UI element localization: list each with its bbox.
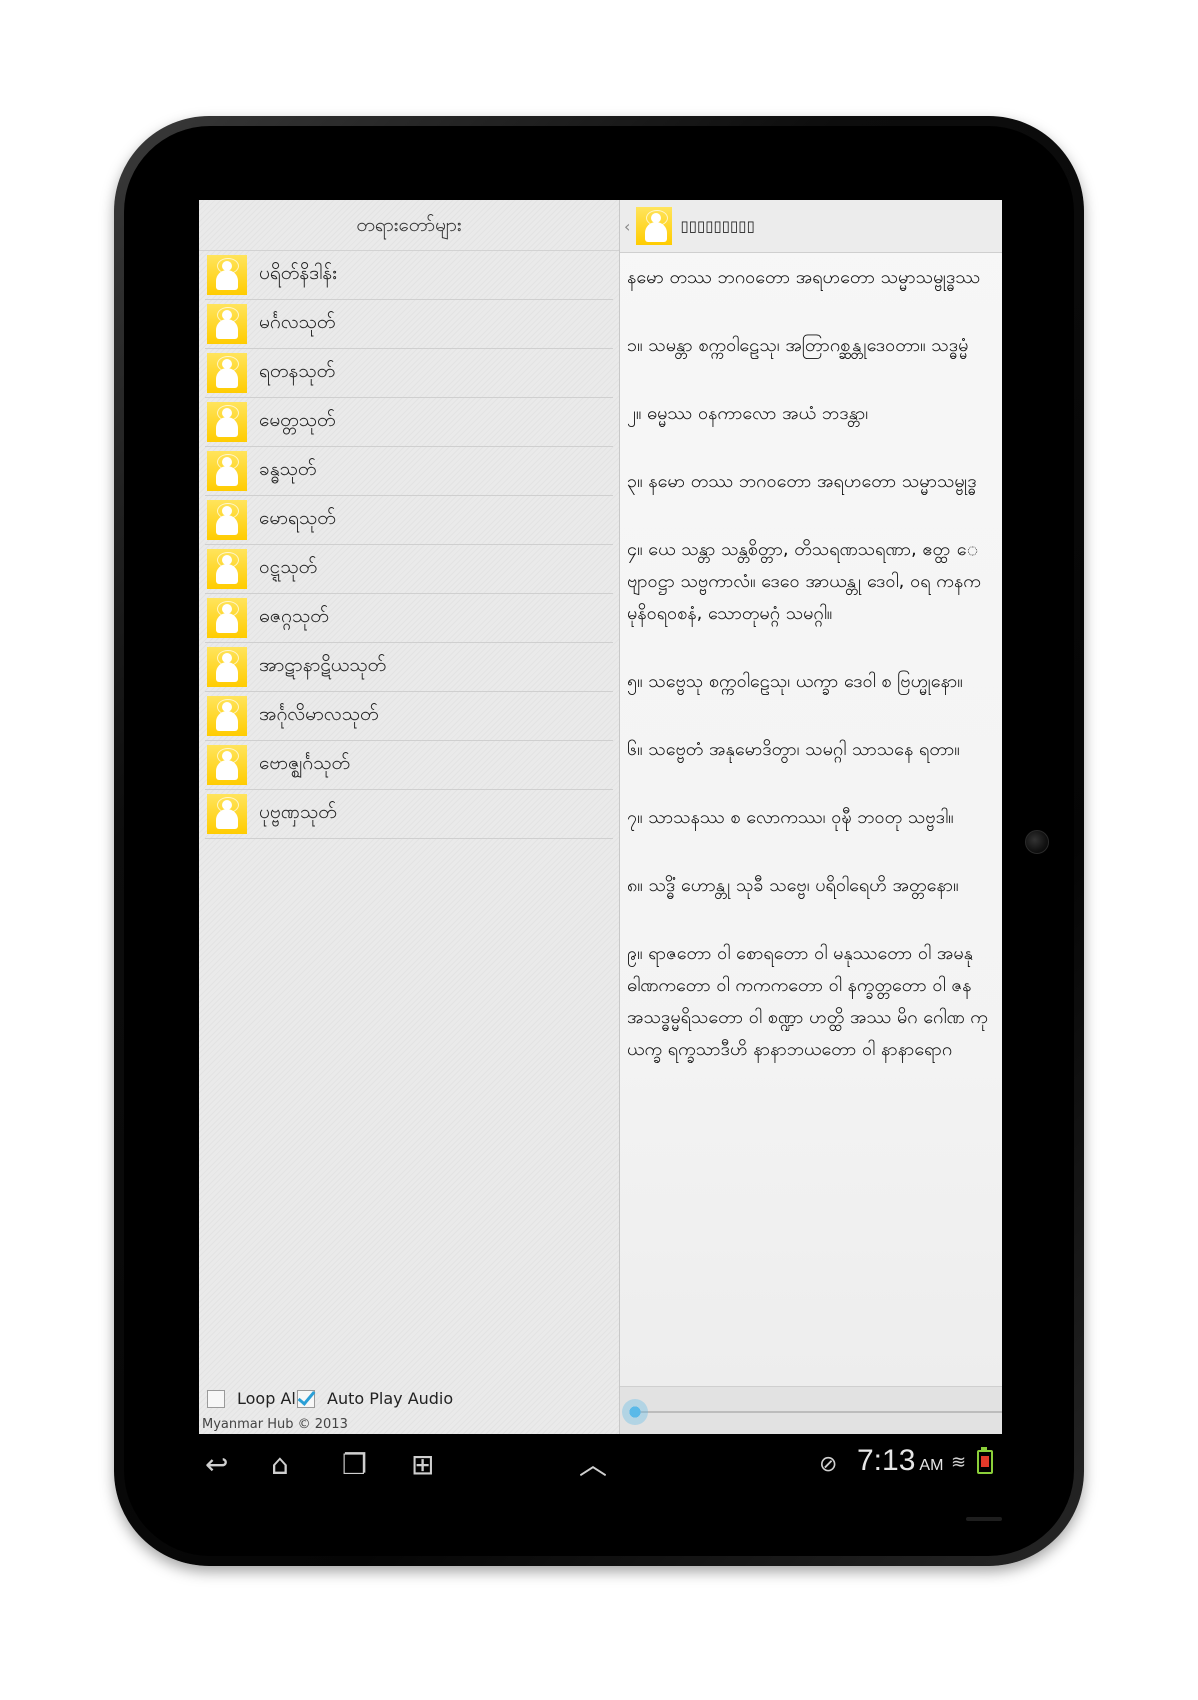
auto-play-checkbox[interactable]	[297, 1389, 315, 1408]
clock-time: 7:13	[857, 1444, 916, 1477]
sutta-text: နမော တဿ ဘဂဝတော အရဟတော သမ္မာသမ္ဗုဒ္ဓဿ၁။ သ…	[627, 252, 1002, 1402]
clock-ampm: AM	[919, 1457, 944, 1474]
sutta-line: ၆။ သဗ္ဗေတံ အနုမောဒိတွာ၊ သမဂ္ဂါ သာသနေ ရတာ…	[627, 739, 960, 760]
list-item-label: မင်္ဂလသုတ်	[259, 311, 336, 333]
monk-icon	[207, 451, 247, 491]
list-item[interactable]: မင်္ဂလသုတ်	[205, 300, 613, 349]
seekbar-thumb[interactable]	[622, 1399, 648, 1425]
wifi-icon: ≋	[951, 1452, 967, 1473]
list-item-label: ရတနသုတ်	[259, 360, 336, 382]
sutta-line: ၂။ ဓမ္မဿ ဝနကာလော အယံ ဘဒန္တာ၊	[627, 403, 869, 424]
system-nav-bar: ↩ ⌂ ❐ ⊞ ︿ ⊘ 7:13 AM ≋	[199, 1434, 1002, 1496]
list-item-label: မောရသုတ်	[259, 507, 336, 529]
monk-icon	[207, 696, 247, 736]
audio-seekbar[interactable]	[634, 1411, 1002, 1413]
list-item-label: ပုဗ္ဗဏှသုတ်	[259, 801, 337, 823]
notification-blocked-icon: ⊘	[819, 1452, 838, 1477]
back-chevron-icon[interactable]: ‹	[624, 217, 630, 236]
monk-icon	[207, 500, 247, 540]
sutta-line: အသဒ္ဓမ္မရိသတော ဝါ စဏ္ဍာ ဟတ္ထိ အဿ မိဂ ဂေါ…	[627, 1007, 988, 1028]
loop-all-checkbox[interactable]	[207, 1389, 225, 1408]
sutta-paragraph: ၅။ သဗ္ဗေသု စက္ကဝါဠေသု၊ ယက္ခာ ဒေဝါ စ ဗြဟ္…	[627, 666, 1002, 698]
monk-icon	[207, 598, 247, 638]
sutta-line: ဓါဏကတော ဝါ ကကကတော ဝါ နက္ခတ္တတော ဝါ ဇန	[627, 975, 972, 996]
list-item[interactable]: ဝဋ္ဋသုတ်	[205, 545, 613, 594]
sutta-paragraph: ၇။ သာသနဿ စ လောကဿ၊ ဝုဍ္ဎီ ဘဝတု သဗ္ဗဒါ။	[627, 802, 1002, 834]
sutta-line: ၅။ သဗ္ဗေသု စက္ကဝါဠေသု၊ ယက္ခာ ဒေဝါ စ ဗြဟ္…	[627, 671, 963, 692]
sutta-line: ၉။ ရာဇတော ဝါ စောရတော ဝါ မနုဿတော ဝါ အမနု	[627, 943, 973, 964]
list-item-label: ဝဋ္ဋသုတ်	[259, 556, 318, 578]
list-item[interactable]: အင်္ဂုလိမာလသုတ်	[205, 692, 613, 741]
list-item-label: အင်္ဂုလိမာလသုတ်	[259, 703, 379, 725]
sutta-paragraph: ၁။ သမန္တာ စက္ကဝါဠေသု၊ အတြာဂစ္ဆန္တုဒေဝတာ။…	[627, 330, 1002, 362]
monk-icon	[207, 745, 247, 785]
list-item[interactable]: ပရိတ်နိဒါန်း	[205, 251, 613, 300]
list-footer: Loop All Auto Play Audio Myanmar Hub © 2…	[199, 1375, 619, 1434]
list-item-label: ခန္ဓသုတ်	[259, 458, 317, 480]
list-item[interactable]: မေတ္တသုတ်	[205, 398, 613, 447]
sutta-paragraph: ၈။ သဒ္ဓိံ ဟောန္တု သုခီ သဗ္ဗေ၊ ပရိဝါရေဟိ …	[627, 870, 1002, 902]
sutta-list: ပရိတ်နိဒါန်းမင်္ဂလသုတ်ရတနသုတ်မေတ္တသုတ်ခန…	[205, 251, 613, 839]
audio-player	[620, 1386, 1002, 1434]
list-item[interactable]: ခန္ဓသုတ်	[205, 447, 613, 496]
monk-icon	[207, 402, 247, 442]
sutta-line: မုနိဝရဝစနံ, သောတုမဂ္ဂံ သမဂ္ဂါ။	[627, 603, 833, 624]
sutta-paragraph: ၃။ နမော တဿ ဘဂဝတော အရဟတော သမ္မာသမ္ဗုဒ္ဓ	[627, 466, 1002, 498]
sutta-line: ၁။ သမန္တာ စက္ကဝါဠေသု၊ အတြာဂစ္ဆန္တုဒေဝတာ။…	[627, 335, 969, 356]
loop-all-label: Loop All	[237, 1389, 301, 1408]
monk-icon	[636, 207, 673, 245]
monk-icon	[207, 255, 247, 295]
sutta-line: ဗျာဝဋ္ဌာ သဗ္ဗကာလံ။ ဒေဝေ အာယန္တု ဒေဝါ, ဝရ…	[627, 571, 981, 592]
chevron-up-icon[interactable]: ︿	[579, 1450, 607, 1480]
sutta-list-panel: တရားတော်များ ပရိတ်နိဒါန်းမင်္ဂလသုတ်ရတနသု…	[199, 200, 620, 1434]
reader-title: ▯▯▯▯▯▯▯▯▯	[680, 217, 755, 235]
sutta-line: နမော တဿ ဘဂဝတော အရဟတော သမ္မာသမ္ဗုဒ္ဓဿ	[627, 267, 981, 288]
home-icon[interactable]: ⌂	[271, 1450, 289, 1480]
sutta-line: ၃။ နမော တဿ ဘဂဝတော အရဟတော သမ္မာသမ္ဗုဒ္ဓ	[627, 471, 977, 492]
monk-icon	[207, 549, 247, 589]
tablet-screen: တရားတော်များ ပရိတ်နိဒါန်းမင်္ဂလသုတ်ရတနသု…	[199, 200, 1002, 1434]
recent-apps-icon[interactable]: ❐	[342, 1450, 367, 1480]
speaker-grille	[966, 1517, 1002, 1521]
sutta-paragraph: ၉။ ရာဇတော ဝါ စောရတော ဝါ မနုဿတော ဝါ အမနုဓ…	[627, 938, 1002, 1066]
monk-icon	[207, 304, 247, 344]
reader-panel: ‹ ▯▯▯▯▯▯▯▯▯ နမော တဿ ဘဂဝတော အရဟတော သမ္မာသ…	[620, 200, 1002, 1434]
list-item-label: ပရိတ်နိဒါန်း	[259, 262, 337, 284]
monk-icon	[207, 647, 247, 687]
status-clock: 7:13 AM	[857, 1444, 943, 1478]
monk-icon	[207, 794, 247, 834]
copyright-text: Myanmar Hub © 2013	[202, 1417, 348, 1432]
sutta-paragraph: နမော တဿ ဘဂဝတော အရဟတော သမ္မာသမ္ဗုဒ္ဓဿ	[627, 262, 1002, 294]
list-item[interactable]: ဓဇဂ္ဂသုတ်	[205, 594, 613, 643]
sutta-line: ယက္ခ ရက္ခသာဒီဟိ နာနာဘယတော ဝါ နာနာရောဂ	[627, 1039, 953, 1060]
list-item-label: ဗောဇ္ဈင်္ဂသုတ်	[259, 752, 351, 774]
front-camera-icon	[1025, 830, 1049, 854]
sutta-line: ၄။ ယေ သန္တာ သန္တစိတ္တာ, တိသရဏသရဏာ, ဧတ္ထ …	[627, 539, 979, 560]
list-item-label: အာဋာနာဋိယသုတ်	[259, 654, 387, 676]
list-item-label: မေတ္တသုတ်	[259, 409, 336, 431]
list-item[interactable]: အာဋာနာဋိယသုတ်	[205, 643, 613, 692]
monk-icon	[207, 353, 247, 393]
sutta-paragraph: ၆။ သဗ္ဗေတံ အနုမောဒိတွာ၊ သမဂ္ဂါ သာသနေ ရတာ…	[627, 734, 1002, 766]
list-item[interactable]: မောရသုတ်	[205, 496, 613, 545]
battery-icon	[977, 1447, 993, 1474]
auto-play-option[interactable]: Auto Play Audio	[297, 1389, 453, 1408]
loop-all-option[interactable]: Loop All	[207, 1389, 300, 1408]
sutta-line: ၈။ သဒ္ဓိံ ဟောန္တု သုခီ သဗ္ဗေ၊ ပရိဝါရေဟိ …	[627, 875, 959, 896]
list-title: တရားတော်များ	[199, 200, 619, 251]
sutta-paragraph: ၂။ ဓမ္မဿ ဝနကာလော အယံ ဘဒန္တာ၊	[627, 398, 1002, 430]
list-item[interactable]: ပုဗ္ဗဏှသုတ်	[205, 790, 613, 839]
list-item-label: ဓဇဂ္ဂသုတ်	[259, 605, 329, 627]
sutta-line: ၇။ သာသနဿ စ လောကဿ၊ ဝုဍ္ဎီ ဘဝတု သဗ္ဗဒါ။	[627, 807, 954, 828]
app-drawer-icon[interactable]: ⊞	[411, 1450, 434, 1480]
sutta-paragraph: ၄။ ယေ သန္တာ သန္တစိတ္တာ, တိသရဏသရဏာ, ဧတ္ထ …	[627, 534, 1002, 630]
list-item[interactable]: ရတနသုတ်	[205, 349, 613, 398]
reader-header: ‹ ▯▯▯▯▯▯▯▯▯	[620, 200, 1002, 253]
list-item[interactable]: ဗောဇ္ဈင်္ဂသုတ်	[205, 741, 613, 790]
back-icon[interactable]: ↩	[205, 1450, 228, 1480]
auto-play-label: Auto Play Audio	[327, 1389, 454, 1408]
